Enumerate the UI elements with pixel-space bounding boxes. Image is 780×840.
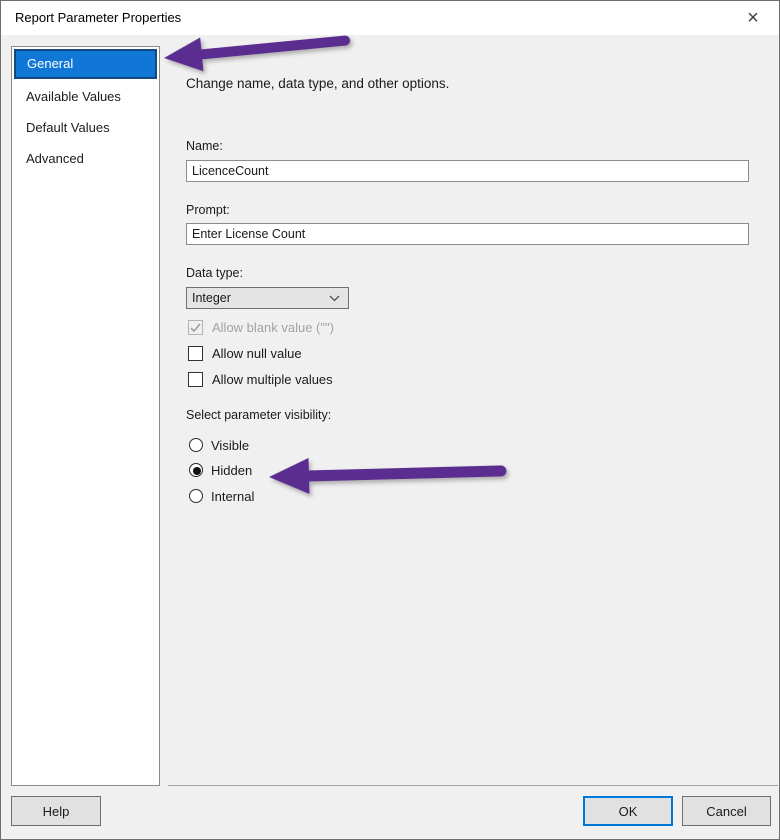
allow-null-value-checkbox[interactable]: Allow null value: [188, 345, 302, 361]
sidebar-item-general[interactable]: General: [14, 49, 157, 79]
report-parameter-properties-dialog: Report Parameter Properties × General Av…: [0, 0, 780, 840]
page-description: Change name, data type, and other option…: [186, 76, 449, 91]
visibility-label: Select parameter visibility:: [186, 408, 331, 422]
allow-blank-value-checkbox: Allow blank value (""): [188, 319, 334, 335]
checkbox-unchecked-icon: [188, 372, 203, 387]
title-bar: Report Parameter Properties ×: [1, 1, 779, 35]
sidebar-item-advanced[interactable]: Advanced: [12, 143, 159, 174]
radio-unselected-icon: [189, 489, 203, 503]
hidden-radio[interactable]: Hidden: [189, 462, 252, 478]
data-type-selected-value: Integer: [192, 288, 329, 308]
sidebar-item-available-values[interactable]: Available Values: [12, 81, 159, 112]
prompt-label: Prompt:: [186, 203, 230, 217]
data-type-dropdown[interactable]: Integer: [186, 287, 349, 309]
radio-label: Hidden: [211, 463, 252, 478]
name-input[interactable]: LicenceCount: [186, 160, 749, 182]
checkbox-label: Allow multiple values: [212, 372, 333, 387]
data-type-label: Data type:: [186, 266, 243, 280]
ok-button[interactable]: OK: [583, 796, 673, 826]
footer-divider: [168, 785, 778, 786]
checkbox-label: Allow blank value (""): [212, 320, 334, 335]
checkbox-unchecked-icon: [188, 346, 203, 361]
radio-label: Visible: [211, 438, 249, 453]
close-icon[interactable]: ×: [737, 1, 769, 35]
internal-radio[interactable]: Internal: [189, 488, 254, 504]
checkbox-label: Allow null value: [212, 346, 302, 361]
page-list: General Available Values Default Values …: [11, 46, 160, 786]
checkbox-checked-disabled-icon: [188, 320, 203, 335]
radio-selected-icon: [189, 463, 203, 477]
sidebar-item-default-values[interactable]: Default Values: [12, 112, 159, 143]
annotation-arrow-hidden: [266, 451, 509, 502]
prompt-input[interactable]: Enter License Count: [186, 223, 749, 245]
allow-multiple-values-checkbox[interactable]: Allow multiple values: [188, 371, 333, 387]
chevron-down-icon: [329, 295, 340, 302]
radio-unselected-icon: [189, 438, 203, 452]
radio-label: Internal: [211, 489, 254, 504]
cancel-button[interactable]: Cancel: [682, 796, 771, 826]
name-label: Name:: [186, 139, 223, 153]
visible-radio[interactable]: Visible: [189, 437, 249, 453]
dialog-title: Report Parameter Properties: [15, 1, 181, 35]
help-button[interactable]: Help: [11, 796, 101, 826]
